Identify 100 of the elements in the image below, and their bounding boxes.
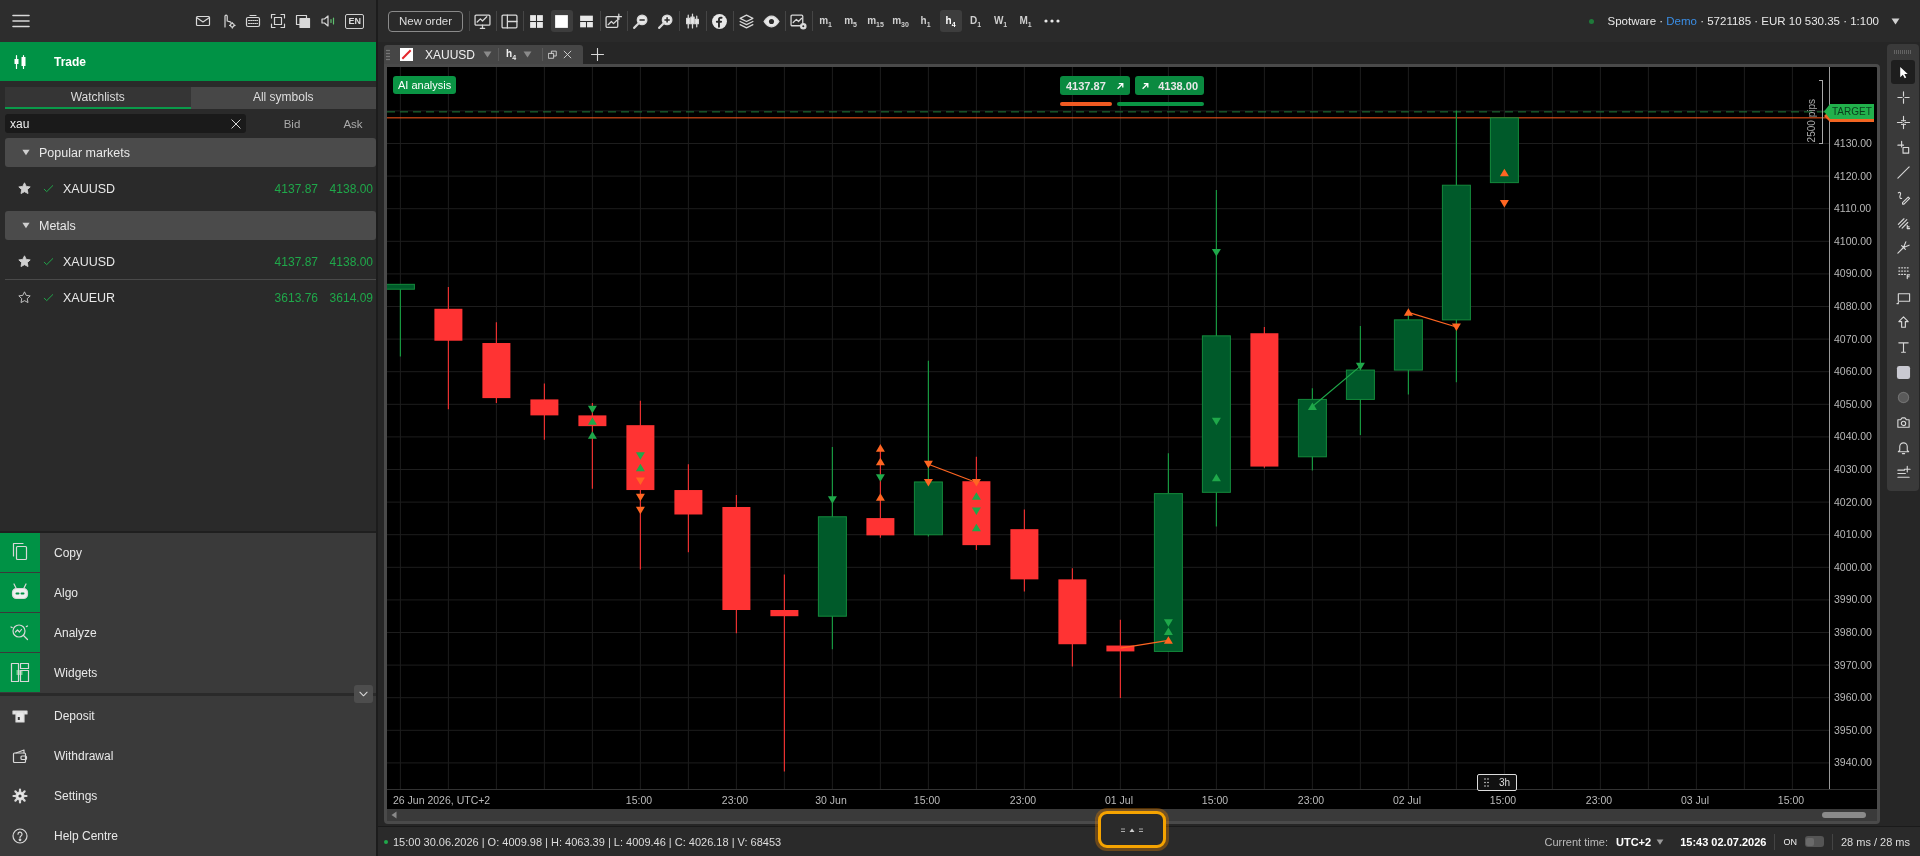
group-header[interactable]: Popular markets	[5, 138, 376, 167]
language-button[interactable]: EN	[345, 13, 364, 29]
timeframe-button[interactable]: m$_{30}$	[889, 10, 912, 32]
windows-icon[interactable]	[295, 13, 312, 29]
target-tag[interactable]: TARGET	[1824, 104, 1874, 119]
caret-icon[interactable]	[22, 222, 30, 229]
menu-item[interactable]: Deposit	[0, 696, 376, 736]
close-icon[interactable]	[563, 50, 573, 59]
caret-icon[interactable]	[22, 149, 30, 156]
candles-icon[interactable]	[684, 12, 702, 30]
down-marker-icon[interactable]	[827, 496, 837, 504]
nav-item[interactable]: Algo	[0, 573, 376, 612]
timeframe-selector[interactable]: h$_{4}$	[506, 48, 533, 61]
monitor-chart-icon[interactable]	[474, 12, 492, 30]
up-marker-icon[interactable]	[1403, 308, 1413, 316]
symbol-name[interactable]: XAUEUR	[63, 290, 248, 305]
panel-handle[interactable]	[1095, 808, 1169, 851]
star-icon[interactable]	[18, 291, 31, 304]
down-marker-icon[interactable]	[1451, 323, 1461, 332]
timeframe-button[interactable]: m$_{5}$	[839, 10, 862, 32]
horizontal-scrollbar[interactable]	[387, 809, 1877, 821]
down-marker-icon[interactable]	[635, 493, 645, 502]
up-marker-icon[interactable]	[1163, 636, 1173, 644]
keyboard-icon[interactable]	[245, 13, 262, 29]
layout-button[interactable]	[550, 10, 573, 32]
ai-analysis-button[interactable]: AI analysis	[393, 76, 457, 94]
nav-item[interactable]: Widgets	[0, 653, 376, 692]
timeframe-button[interactable]: m$_{15}$	[864, 10, 887, 32]
nav-item[interactable]: Analyze	[0, 613, 376, 652]
menu-item[interactable]: Settings	[0, 776, 376, 816]
timeframe-button[interactable]: D$_{1}$	[964, 10, 987, 32]
down-marker-icon[interactable]	[971, 479, 981, 487]
down-marker-icon[interactable]	[1211, 417, 1221, 426]
buy-price-button[interactable]: 4138.00	[1135, 76, 1204, 95]
down-marker-icon[interactable]	[875, 474, 885, 482]
caret-icon[interactable]	[1891, 17, 1900, 25]
more-icon[interactable]	[1044, 19, 1061, 23]
account-info[interactable]: Spotware · Demo · 5721185 · EUR 10 530.35 · 1:100	[1607, 15, 1879, 27]
watchlist-tab[interactable]: All symbols	[190, 87, 376, 109]
detach-icon[interactable]	[548, 50, 558, 59]
circle-f-icon[interactable]	[711, 12, 729, 30]
clear-icon[interactable]	[231, 118, 241, 129]
scroll-left-icon[interactable]	[391, 811, 397, 819]
down-marker-icon[interactable]	[635, 452, 645, 460]
menu-item[interactable]: Withdrawal	[0, 736, 376, 776]
down-marker-icon[interactable]	[923, 460, 933, 469]
up-marker-icon[interactable]	[875, 457, 885, 466]
chart-tab[interactable]: XAUUSD h$_{4}$	[384, 45, 583, 64]
symbol-name[interactable]: XAUUSD	[63, 254, 248, 269]
star-icon[interactable]	[18, 182, 31, 195]
up-marker-icon[interactable]	[1307, 402, 1317, 411]
scrollbar-thumb[interactable]	[1822, 812, 1866, 818]
new-order-button[interactable]: New order	[388, 10, 464, 32]
timeframe-button[interactable]: h$_{1}$	[914, 10, 937, 32]
group-header[interactable]: Metals	[5, 211, 376, 240]
star-icon[interactable]	[18, 255, 31, 268]
up-marker-icon[interactable]	[971, 523, 981, 532]
up-marker-icon[interactable]	[587, 431, 597, 439]
up-marker-icon[interactable]	[971, 492, 981, 500]
zoom-in-icon[interactable]	[657, 12, 675, 30]
watchlist-tab[interactable]: Watchlists	[5, 87, 191, 109]
symbol-selector[interactable]: XAUUSD	[425, 47, 492, 62]
down-marker-icon[interactable]	[1499, 200, 1509, 208]
up-marker-icon[interactable]	[875, 444, 885, 452]
menu-icon[interactable]	[12, 14, 30, 28]
nav-item[interactable]: Copy	[0, 533, 376, 572]
toggle-switch[interactable]	[1804, 836, 1824, 847]
up-marker-icon[interactable]	[875, 493, 885, 501]
search-field[interactable]: xau	[5, 114, 246, 133]
chart-settings-icon[interactable]	[790, 12, 808, 30]
layout-panel-icon[interactable]	[501, 12, 519, 30]
collapse-button[interactable]	[354, 685, 373, 703]
up-marker-icon[interactable]	[587, 417, 597, 425]
symbol-name[interactable]: XAUUSD	[63, 181, 248, 196]
up-marker-icon[interactable]	[1163, 627, 1173, 635]
fullscreen-icon[interactable]	[270, 13, 287, 29]
speaker-icon[interactable]	[320, 13, 337, 29]
drawing-tool-button[interactable]	[1891, 60, 1915, 84]
up-marker-icon[interactable]	[635, 463, 645, 472]
down-marker-icon[interactable]	[923, 479, 933, 487]
menu-item[interactable]: Help Centre	[0, 816, 376, 856]
down-marker-icon[interactable]	[1163, 619, 1173, 627]
nav-item[interactable]: Trade	[0, 42, 376, 81]
add-tab-icon[interactable]	[591, 48, 604, 61]
zoom-out-icon[interactable]	[632, 12, 650, 30]
down-marker-icon[interactable]	[971, 507, 981, 515]
timeframe-button[interactable]: h$_{4}$	[939, 10, 962, 32]
down-marker-icon[interactable]	[1355, 362, 1365, 371]
down-marker-icon[interactable]	[635, 506, 645, 515]
up-marker-icon[interactable]	[1499, 168, 1509, 177]
chart-add-icon[interactable]	[605, 12, 623, 30]
timezone-selector[interactable]: UTC+2	[1616, 835, 1665, 848]
timeframe-button[interactable]: M$_{1}$	[1014, 10, 1037, 32]
up-marker-icon[interactable]	[1211, 473, 1221, 482]
layers-icon[interactable]	[738, 12, 756, 30]
mail-icon[interactable]	[195, 13, 212, 29]
timeframe-button[interactable]: m$_{1}$	[814, 10, 837, 32]
down-marker-icon[interactable]	[1211, 248, 1221, 257]
timeframe-button[interactable]: W$_{1}$	[989, 10, 1012, 32]
sell-price-button[interactable]: 4137.87	[1060, 76, 1130, 95]
